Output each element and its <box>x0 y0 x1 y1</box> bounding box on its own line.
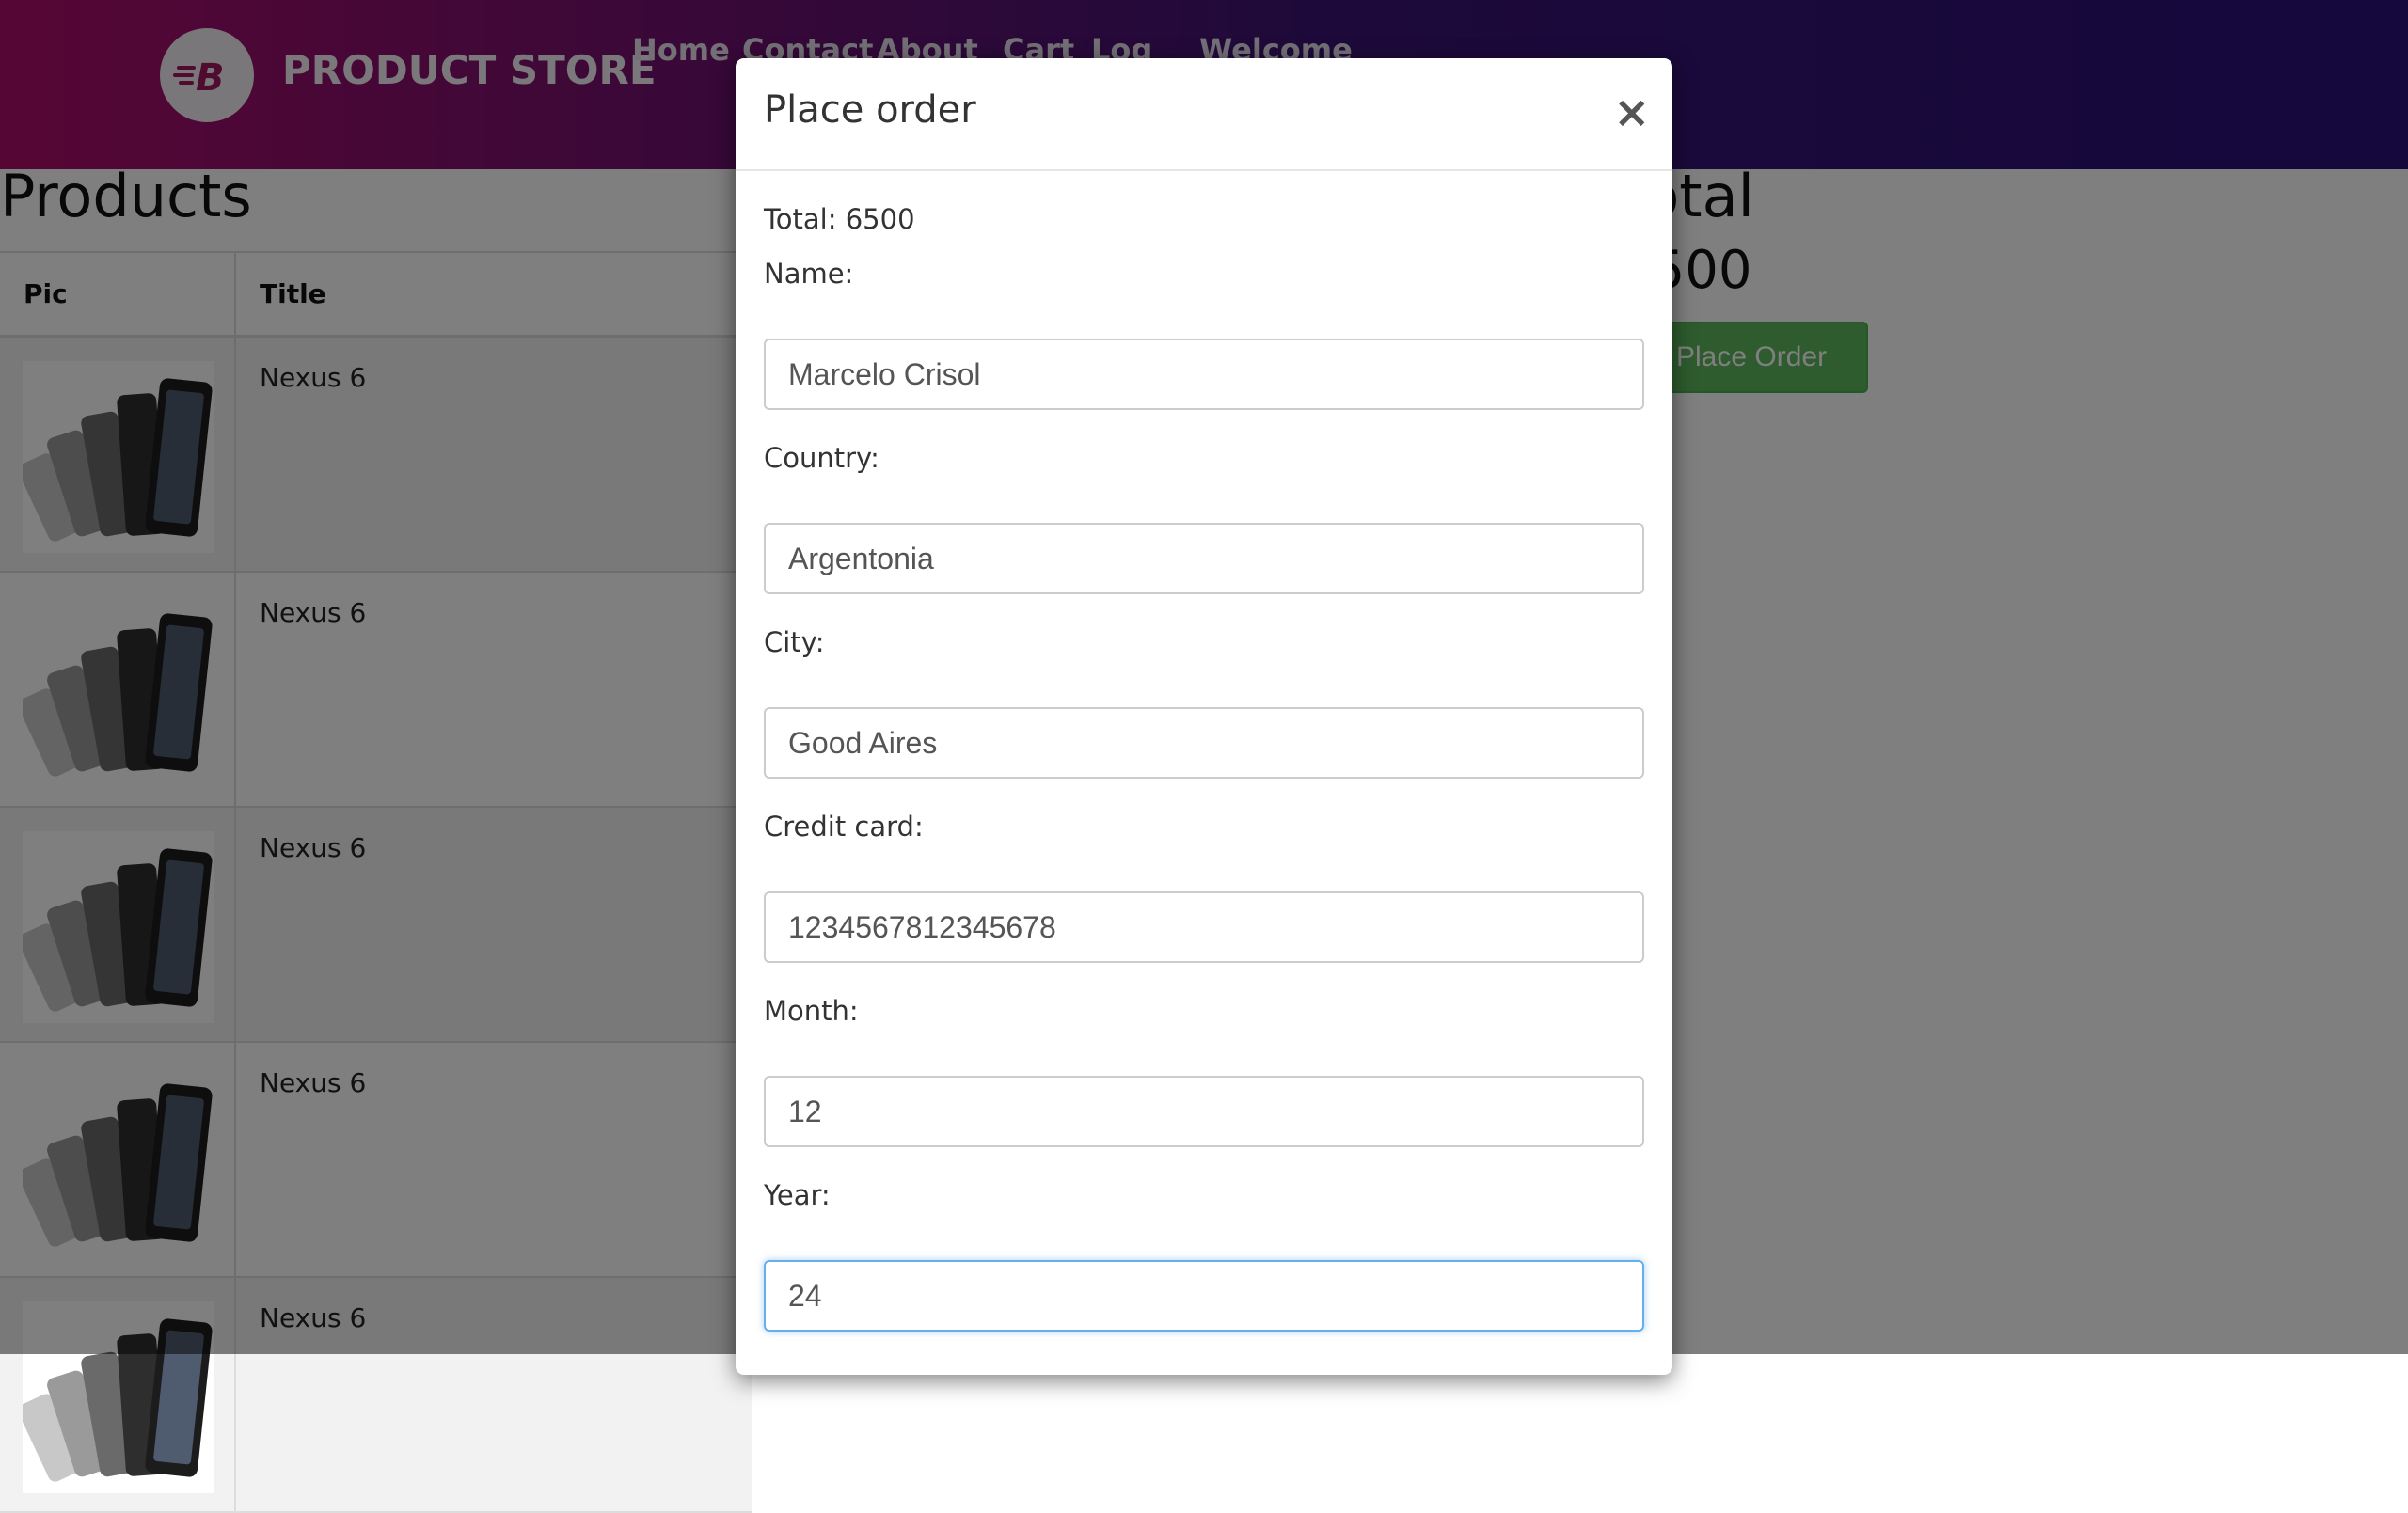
month-input[interactable] <box>764 1076 1644 1147</box>
credit-card-input[interactable] <box>764 891 1644 963</box>
name-label: Name: <box>764 258 854 290</box>
order-total-text: Total: 6500 <box>764 203 915 235</box>
place-order-modal: Place order × Total: 6500 Name: Country:… <box>736 58 1672 1375</box>
city-label: City: <box>764 626 825 658</box>
year-input[interactable] <box>764 1260 1644 1332</box>
country-input[interactable] <box>764 523 1644 594</box>
year-label: Year: <box>764 1179 831 1211</box>
credit-card-label: Credit card: <box>764 811 924 843</box>
close-icon[interactable]: × <box>1613 90 1650 134</box>
modal-title: Place order <box>764 88 976 132</box>
city-input[interactable] <box>764 707 1644 779</box>
country-label: Country: <box>764 442 879 474</box>
name-input[interactable] <box>764 339 1644 410</box>
month-label: Month: <box>764 995 859 1027</box>
modal-header: Place order × <box>736 58 1672 171</box>
